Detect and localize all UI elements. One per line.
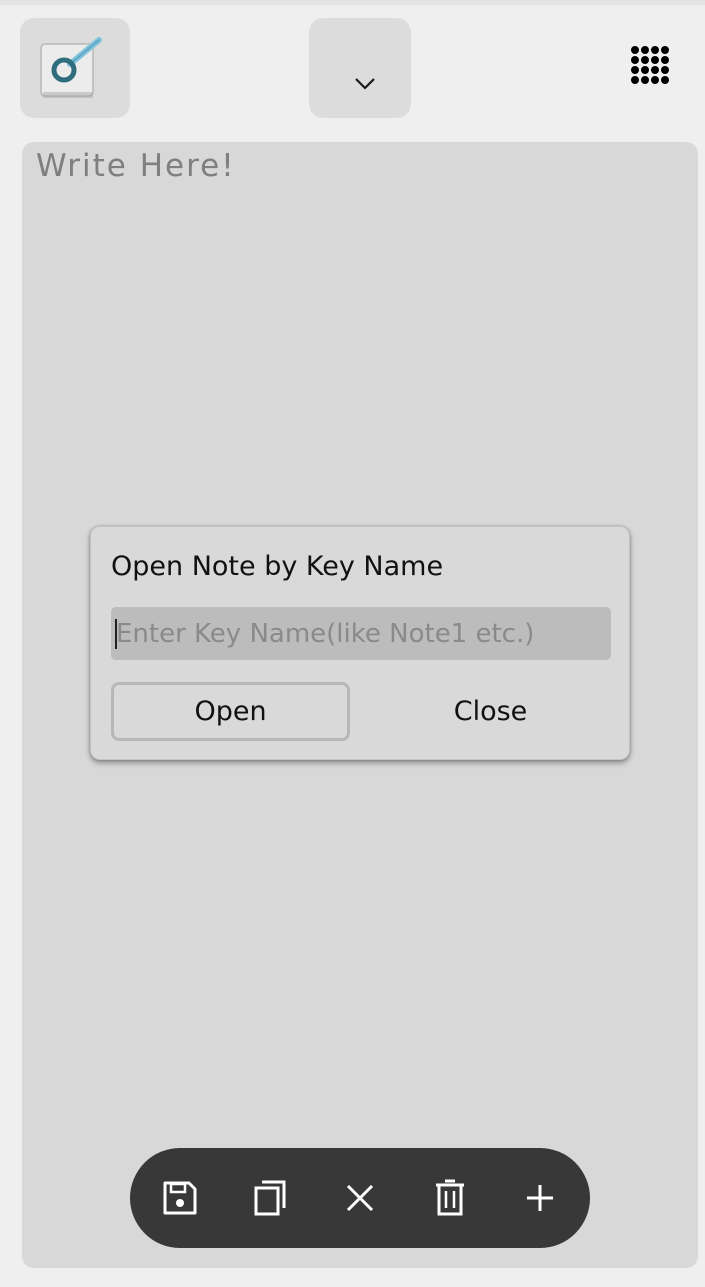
open-note-dialog: Open Note by Key Name Open Close [90,526,630,760]
copy-icon [254,1180,286,1216]
trash-icon [436,1179,464,1216]
more-menu-button[interactable] [598,18,700,118]
note-search-icon [40,37,102,98]
plus-icon [527,1185,553,1211]
key-name-input[interactable] [111,607,611,660]
text-caret [115,619,117,649]
chevron-down-icon [355,78,375,90]
clear-button[interactable] [340,1178,380,1218]
open-button[interactable]: Open [111,682,350,741]
delete-button[interactable] [430,1178,470,1218]
close-icon [346,1184,374,1212]
key-name-field[interactable] [111,607,611,660]
app-logo-button[interactable] [20,18,130,118]
save-button[interactable] [160,1178,200,1218]
top-divider [0,0,705,5]
editor-placeholder: Write Here! [36,148,236,184]
close-button[interactable]: Close [371,682,610,741]
save-icon [163,1181,197,1215]
dialog-title: Open Note by Key Name [111,551,444,582]
copy-button[interactable] [250,1178,290,1218]
grid-menu-icon [631,46,669,84]
add-note-button[interactable] [520,1178,560,1218]
bottom-toolbar [130,1148,590,1248]
note-dropdown-button[interactable] [309,18,411,118]
